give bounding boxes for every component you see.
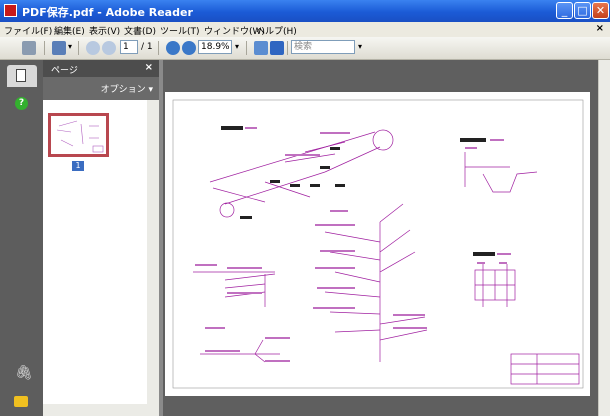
toolbar: ▾ 1 / 1 18.9% ▾ 検索 ▾	[0, 37, 610, 60]
menu-document[interactable]: 文書(D)	[124, 24, 156, 37]
menu-view[interactable]: 表示(V)	[89, 24, 120, 37]
zoom-level-input[interactable]: 18.9%	[198, 40, 232, 54]
panel-close-icon[interactable]: ×	[145, 62, 153, 73]
previous-page-icon[interactable]	[86, 41, 100, 55]
maximize-button[interactable]: □	[574, 2, 591, 19]
thumbnail-page-number: 1	[72, 161, 84, 171]
title-bar: PDF保存.pdf - Adobe Reader _ □ ✕	[0, 0, 610, 22]
toolbar-separator	[287, 41, 288, 55]
toolbar-separator	[158, 41, 159, 55]
page-icon	[16, 69, 26, 82]
page-thumbnail[interactable]	[48, 113, 109, 157]
pages-panel-header: ページ ×	[43, 60, 159, 77]
page-total: / 1	[141, 42, 153, 52]
zoom-out-icon[interactable]	[166, 41, 180, 55]
attachment-icon[interactable]: 🖇	[15, 365, 33, 381]
search-input[interactable]: 検索	[291, 40, 355, 54]
panel-vertical-scrollbar[interactable]	[147, 100, 159, 416]
menu-bar: ファイル(F) 編集(E) 表示(V) 文書(D) ツール(T) ウィンドウ(W…	[0, 22, 610, 38]
toolbar-separator	[246, 41, 247, 55]
thumbnail-area: 1	[43, 100, 147, 416]
zoom-in-icon[interactable]	[182, 41, 196, 55]
pdf-page	[165, 92, 590, 396]
comment-icon[interactable]	[14, 396, 28, 407]
thumbnail-drawing	[56, 120, 104, 153]
menu-file[interactable]: ファイル(F)	[4, 24, 52, 37]
full-screen-icon[interactable]	[270, 41, 284, 55]
panel-horizontal-scrollbar[interactable]	[43, 404, 147, 416]
pages-panel-title: ページ	[51, 66, 78, 76]
window-title: PDF保存.pdf - Adobe Reader	[22, 6, 193, 19]
print-icon[interactable]	[22, 41, 36, 55]
pages-tab[interactable]	[7, 65, 37, 87]
zoom-dropdown-icon[interactable]: ▾	[235, 42, 239, 51]
navigation-pane: ? 🖇	[0, 60, 43, 416]
close-button[interactable]: ✕	[592, 2, 609, 19]
search-dropdown-icon[interactable]: ▾	[358, 42, 362, 51]
options-menu-button[interactable]: オプション ▾	[101, 82, 153, 95]
minimize-button[interactable]: _	[556, 2, 573, 19]
page-number-input[interactable]: 1	[120, 40, 138, 54]
toolbar-separator	[44, 41, 45, 55]
document-close-icon[interactable]: ×	[596, 23, 604, 34]
menu-tools[interactable]: ツール(T)	[160, 24, 200, 37]
fit-page-icon[interactable]	[254, 41, 268, 55]
pages-panel: ページ × オプション ▾ 1	[43, 60, 159, 416]
adobe-reader-icon	[4, 4, 17, 17]
help-icon[interactable]: ?	[15, 97, 28, 110]
toolbar-separator	[78, 41, 79, 55]
chevron-down-icon[interactable]: ▾	[68, 42, 72, 51]
next-page-icon[interactable]	[102, 41, 116, 55]
cad-drawing	[172, 99, 584, 389]
menu-edit[interactable]: 編集(E)	[54, 24, 85, 37]
menu-help[interactable]: ヘルプ(H)	[256, 24, 297, 37]
share-icon[interactable]	[52, 41, 66, 55]
document-vertical-scrollbar[interactable]	[598, 60, 610, 416]
